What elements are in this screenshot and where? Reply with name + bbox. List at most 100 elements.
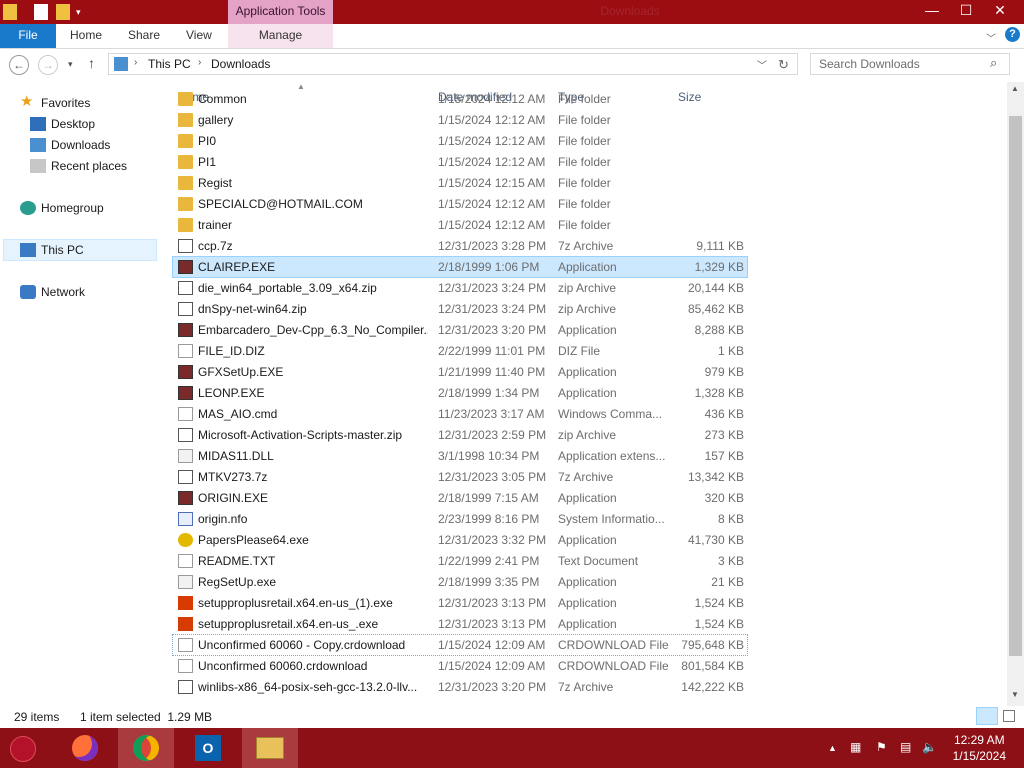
file-row[interactable]: Microsoft-Activation-Scripts-master.zip 1…	[173, 425, 747, 445]
expand-ribbon-chevron-icon[interactable]: ﹀	[986, 30, 996, 45]
file-size: 85,462 KB	[687, 302, 744, 316]
file-row[interactable]: dnSpy-net-win64.zip 12/31/2023 3:24 PM zip…	[173, 299, 747, 319]
file-row[interactable]: Regist 1/15/2024 12:15 AM File folder	[173, 173, 747, 193]
tab-share[interactable]: Share	[128, 24, 160, 48]
file-name: ORIGIN.EXE	[198, 491, 269, 505]
back-button[interactable]: ←	[9, 55, 29, 75]
file-row[interactable]: PI0 1/15/2024 12:12 AM File folder	[173, 131, 747, 151]
file-row[interactable]: Common 1/15/2024 12:12 AM File folder	[173, 89, 747, 109]
file-row[interactable]: FILE_ID.DIZ 2/22/1999 11:01 PM DIZ File 1 K…	[173, 341, 747, 361]
forward-button[interactable]: →	[38, 55, 58, 75]
properties-icon[interactable]	[34, 4, 48, 20]
file-date-modified: 2/22/1999 11:01 PM	[438, 344, 546, 358]
tab-manage[interactable]: Manage	[228, 24, 333, 48]
contextual-tab-group-label: Application Tools	[228, 0, 333, 24]
file-row[interactable]: Embarcadero_Dev-Cpp_6.3_No_Compiler... 12…	[173, 320, 747, 340]
nav-label: Favorites	[41, 96, 91, 110]
file-row[interactable]: setupproplusretail.x64.en-us_.exe 12/31/2…	[173, 614, 747, 634]
network-tray-icon[interactable]: ▤	[900, 740, 911, 754]
file-row[interactable]: PI1 1/15/2024 12:12 AM File folder	[173, 152, 747, 172]
refresh-icon[interactable]: ↻	[778, 57, 789, 73]
nav-label: Recent places	[51, 159, 128, 173]
up-arrow-icon[interactable]: ↑	[88, 55, 95, 71]
maximize-button[interactable]: ☐	[949, 0, 983, 22]
details-view-icon[interactable]	[976, 707, 998, 725]
tab-view[interactable]: View	[186, 24, 212, 48]
address-dropdown-chevron-icon[interactable]: ﹀	[757, 57, 767, 72]
file-row[interactable]: gallery 1/15/2024 12:12 AM File folder	[173, 110, 747, 130]
customize-chevron-icon[interactable]: ▾	[76, 7, 86, 23]
tab-home[interactable]: Home	[70, 24, 102, 48]
breadcrumb-downloads[interactable]: Downloads	[211, 57, 270, 71]
search-box[interactable]: Search Downloads ⌕	[810, 53, 1010, 75]
breadcrumb-this-pc[interactable]: This PC	[148, 57, 191, 71]
file-row[interactable]: MAS_AIO.cmd 11/23/2023 3:17 AM Windows Com…	[173, 404, 747, 424]
file-size: 20,144 KB	[687, 281, 744, 295]
file-row[interactable]: LEONP.EXE 2/18/1999 1:34 PM Application 1,3…	[173, 383, 747, 403]
new-folder-icon[interactable]	[56, 4, 70, 20]
file-row[interactable]: ccp.7z 12/31/2023 3:28 PM 7z Archive 9,111 …	[173, 236, 747, 256]
file-date-modified: 1/15/2024 12:12 AM	[438, 218, 546, 232]
selection-info: 1 item selected 1.29 MB	[80, 710, 213, 724]
clock[interactable]: 12:29 AM 1/15/2024	[953, 732, 1006, 764]
flag-icon[interactable]: ⚑	[876, 740, 887, 754]
file-type: zip Archive	[558, 281, 617, 295]
start-button[interactable]	[0, 728, 56, 768]
speaker-muted-icon[interactable]: 🔈	[922, 740, 937, 754]
file-row[interactable]: CLAIREP.EXE 2/18/1999 1:06 PM Application 1…	[172, 256, 748, 278]
taskbar-file-explorer[interactable]	[242, 728, 298, 768]
file-row[interactable]: RegSetUp.exe 2/18/1999 3:35 PM Application…	[173, 572, 747, 592]
chrome-icon	[133, 735, 159, 761]
explorer-icon[interactable]	[3, 4, 17, 20]
taskbar-outlook[interactable]: O	[180, 728, 236, 768]
scroll-down-arrow-icon[interactable]: ▼	[1011, 690, 1019, 699]
scrollbar-thumb[interactable]	[1009, 116, 1022, 656]
search-icon[interactable]: ⌕	[990, 55, 997, 71]
file-row[interactable]: ORIGIN.EXE 2/18/1999 7:15 AM Application 32…	[173, 488, 747, 508]
app-icon	[178, 260, 193, 274]
file-explorer-icon	[256, 737, 284, 759]
file-name: README.TXT	[198, 554, 276, 568]
item-count: 29 items	[14, 710, 60, 724]
file-row[interactable]: origin.nfo 2/23/1999 8:16 PM System Inform…	[173, 509, 747, 529]
file-name: Regist	[198, 176, 233, 190]
show-hidden-icons-icon[interactable]: ▲	[828, 743, 837, 753]
file-type: Application	[558, 596, 617, 610]
taskbar-firefox[interactable]	[58, 728, 114, 768]
file-type: Windows Comma...	[558, 407, 663, 421]
action-center-icon[interactable]: ▦	[850, 740, 861, 754]
archive-icon	[178, 281, 193, 295]
file-row[interactable]: MTKV273.7z 12/31/2023 3:05 PM 7z Archive 13…	[173, 467, 747, 487]
dll-icon	[178, 575, 193, 589]
file-size: 41,730 KB	[687, 533, 744, 547]
office-icon	[178, 596, 193, 610]
file-name: FILE_ID.DIZ	[198, 344, 265, 358]
tab-file[interactable]: File	[0, 24, 56, 48]
vertical-scrollbar[interactable]: ▲ ▼	[1007, 82, 1024, 706]
file-row[interactable]: Unconfirmed 60060 - Copy.crdownload 1/15/…	[172, 634, 748, 656]
file-row[interactable]: SPECIALCD@HOTMAIL.COM 1/15/2024 12:12 AM F…	[173, 194, 747, 214]
file-row[interactable]: README.TXT 1/22/1999 2:41 PM Text Document…	[173, 551, 747, 571]
file-row[interactable]: PapersPlease64.exe 12/31/2023 3:32 PM Appl…	[173, 530, 747, 550]
nav-item-this-pc[interactable]: This PC	[3, 239, 157, 261]
file-row[interactable]: GFXSetUp.EXE 1/21/1999 11:40 PM Applicatio…	[173, 362, 747, 382]
file-name: die_win64_portable_3.09_x64.zip	[198, 281, 377, 295]
scroll-up-arrow-icon[interactable]: ▲	[1011, 84, 1019, 93]
help-icon[interactable]: ?	[1005, 27, 1020, 42]
file-size: 1,329 KB	[694, 260, 744, 274]
file-row[interactable]: die_win64_portable_3.09_x64.zip 12/31/202…	[173, 278, 747, 298]
close-button[interactable]: ✕	[982, 0, 1018, 22]
file-row[interactable]: setupproplusretail.x64.en-us_(1).exe 12/3…	[173, 593, 747, 613]
address-bar[interactable]: › This PC › Downloads ﹀	[108, 53, 798, 75]
search-input[interactable]: Search Downloads	[819, 57, 920, 71]
minimize-button[interactable]: —	[915, 0, 949, 22]
recent-locations-chevron-icon[interactable]: ▾	[68, 59, 73, 70]
file-row[interactable]: winlibs-x86_64-posix-seh-gcc-13.2.0-llv.…	[173, 677, 747, 697]
large-icons-view-icon[interactable]	[1003, 710, 1015, 722]
file-row[interactable]: MIDAS11.DLL 3/1/1998 10:34 PM Application …	[173, 446, 747, 466]
taskbar-chrome[interactable]	[118, 728, 174, 768]
file-type: Application	[558, 575, 617, 589]
file-row[interactable]: trainer 1/15/2024 12:12 AM File folder	[173, 215, 747, 235]
file-row[interactable]: Unconfirmed 60060.crdownload 1/15/2024 12…	[173, 656, 747, 676]
file-name: ccp.7z	[198, 239, 233, 253]
